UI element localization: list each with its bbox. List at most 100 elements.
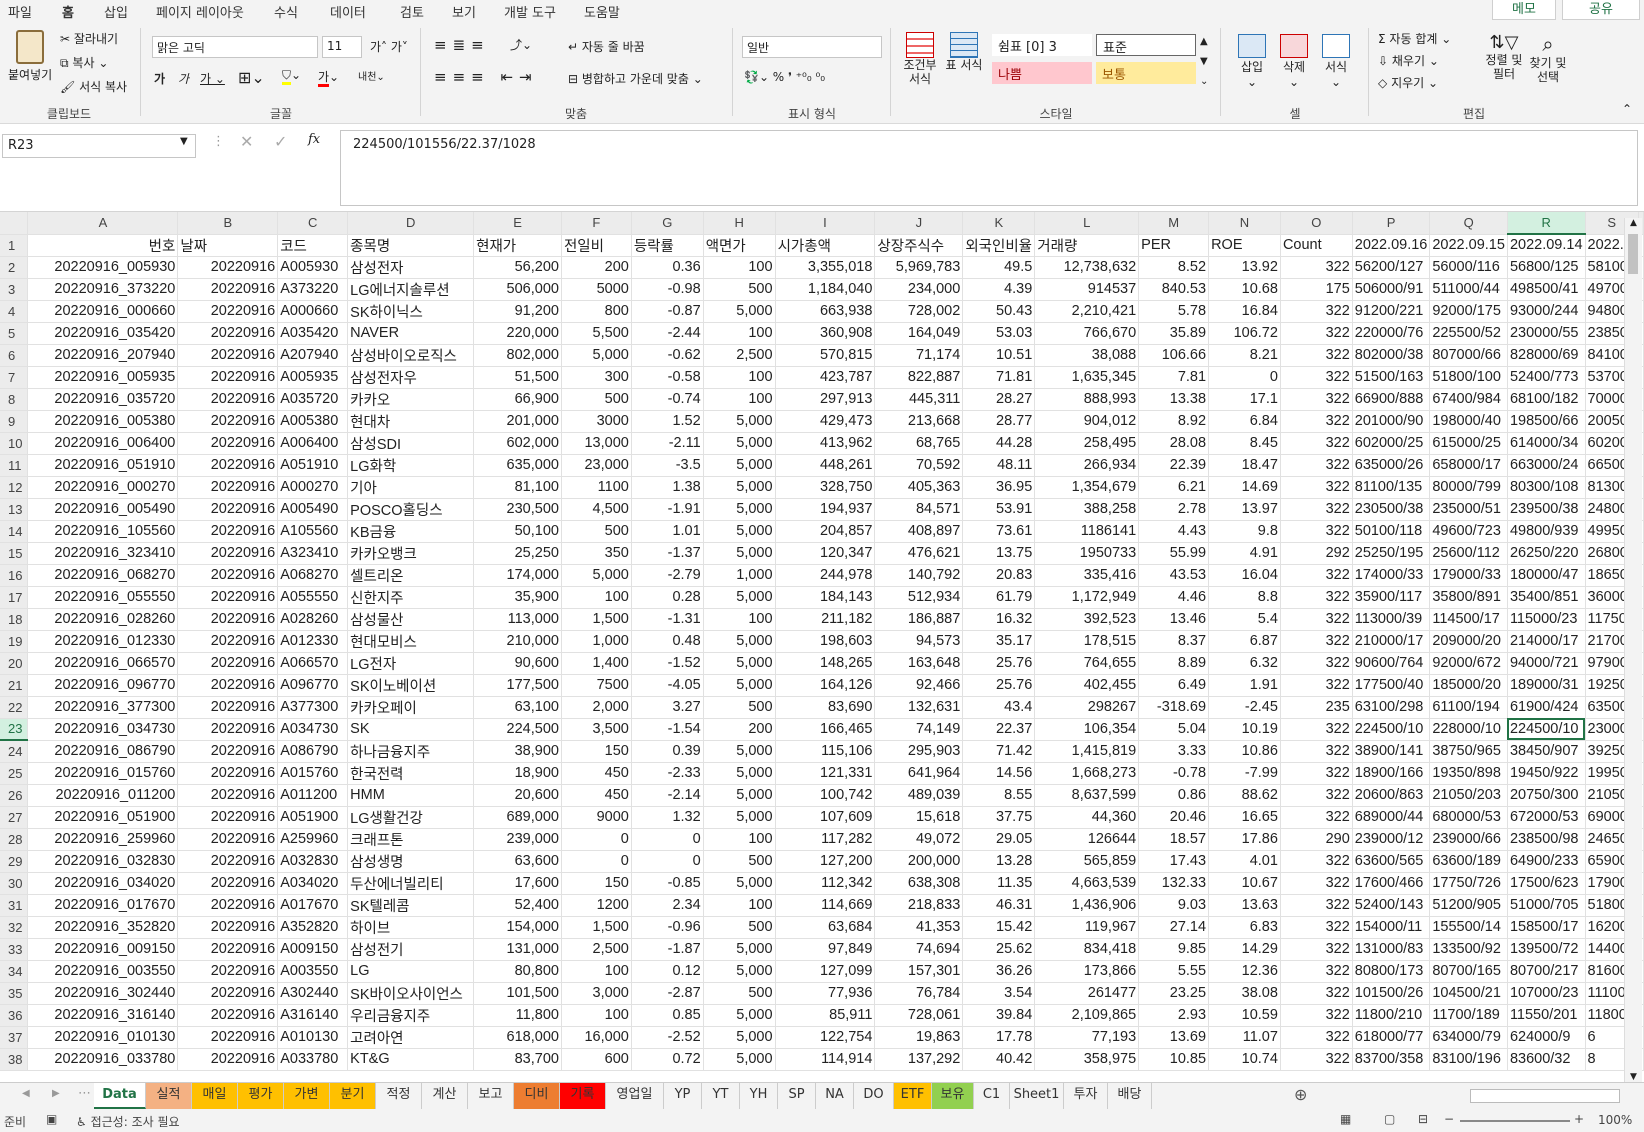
cell-C36[interactable]: A316140	[277, 1004, 349, 1027]
cell-M3[interactable]: 840.53	[1138, 278, 1210, 301]
cell-B3[interactable]: 20220916	[177, 278, 279, 301]
cell-H37[interactable]: 5,000	[703, 1026, 776, 1049]
cell-J27[interactable]: 15,618	[874, 806, 964, 829]
cell-A27[interactable]: 20220916_051900	[27, 806, 179, 829]
cell-Q3[interactable]: 511000/44	[1429, 278, 1508, 301]
cell-A21[interactable]: 20220916_096770	[27, 674, 179, 697]
cancel-icon[interactable]: ✕	[240, 132, 253, 151]
cell-J37[interactable]: 19,863	[874, 1026, 964, 1049]
cell-D36[interactable]: 우리금융지주	[347, 1004, 475, 1027]
cell-N24[interactable]: 10.86	[1208, 740, 1281, 763]
cell-J10[interactable]: 68,765	[874, 432, 964, 455]
cell-P26[interactable]: 20600/863	[1352, 784, 1431, 807]
cell-I34[interactable]: 127,099	[775, 960, 876, 983]
cell-B32[interactable]: 20220916	[177, 916, 279, 939]
column-header-N[interactable]: N	[1208, 212, 1281, 235]
menu-tab-9[interactable]: 도움말	[584, 2, 620, 21]
cell-C19[interactable]: A012330	[277, 630, 349, 653]
cell-L32[interactable]: 119,967	[1034, 916, 1140, 939]
cell-N26[interactable]: 88.62	[1208, 784, 1281, 807]
cell-L8[interactable]: 888,993	[1034, 388, 1140, 411]
cell-P37[interactable]: 618000/77	[1352, 1026, 1431, 1049]
cell-Q9[interactable]: 198000/40	[1429, 410, 1508, 433]
cell-P22[interactable]: 63100/298	[1352, 696, 1431, 719]
cell-K37[interactable]: 17.78	[962, 1026, 1036, 1049]
wrap-text-button[interactable]: ↵ 자동 줄 바꿈	[568, 38, 645, 55]
menu-tab-8[interactable]: 개발 도구	[504, 2, 556, 21]
cell-O7[interactable]: 322	[1280, 366, 1353, 389]
cell-F27[interactable]: 9000	[561, 806, 632, 829]
cell-A23[interactable]: 20220916_034730	[27, 718, 179, 741]
cell-A3[interactable]: 20220916_373220	[27, 278, 179, 301]
more-sheets-icon[interactable]: ⋯	[78, 1086, 91, 1101]
cell-R9[interactable]: 198500/66	[1507, 410, 1586, 433]
cell-K26[interactable]: 8.55	[962, 784, 1036, 807]
cell-I17[interactable]: 184,143	[775, 586, 876, 609]
cell-M14[interactable]: 4.43	[1138, 520, 1210, 543]
cell-G21[interactable]: -4.05	[631, 674, 704, 697]
cell-E37[interactable]: 618,000	[473, 1026, 562, 1049]
cell-F17[interactable]: 100	[561, 586, 632, 609]
cell-K1[interactable]: 외국인비율	[962, 234, 1036, 257]
cell-J29[interactable]: 200,000	[874, 850, 964, 873]
sheet-tab-23[interactable]: 배당	[1108, 1083, 1152, 1109]
cell-M9[interactable]: 8.92	[1138, 410, 1210, 433]
scroll-down-icon[interactable]: ▼	[1625, 1072, 1642, 1082]
cell-L3[interactable]: 914537	[1034, 278, 1140, 301]
cell-B18[interactable]: 20220916	[177, 608, 279, 631]
delete-cells-button[interactable]: 삭제 ⌄	[1274, 34, 1314, 89]
cell-R29[interactable]: 64900/233	[1507, 850, 1586, 873]
cell-I32[interactable]: 63,684	[775, 916, 876, 939]
cell-N27[interactable]: 16.65	[1208, 806, 1281, 829]
cell-J16[interactable]: 140,792	[874, 564, 964, 587]
row-header[interactable]: 15	[0, 542, 29, 565]
cell-B21[interactable]: 20220916	[177, 674, 279, 697]
cell-A33[interactable]: 20220916_009150	[27, 938, 179, 961]
row-header[interactable]: 24	[0, 740, 29, 763]
cell-D28[interactable]: 크래프톤	[347, 828, 475, 851]
cell-O12[interactable]: 322	[1280, 476, 1353, 499]
cell-E32[interactable]: 154,000	[473, 916, 562, 939]
cell-R12[interactable]: 80300/108	[1507, 476, 1586, 499]
cell-M22[interactable]: -318.69	[1138, 696, 1210, 719]
cell-Q31[interactable]: 51200/905	[1429, 894, 1508, 917]
cell-C12[interactable]: A000270	[277, 476, 349, 499]
cell-M28[interactable]: 18.57	[1138, 828, 1210, 851]
column-header-A[interactable]: A	[27, 212, 179, 235]
sheet-tab-11[interactable]: 영업일	[606, 1083, 664, 1109]
cell-R33[interactable]: 139500/72	[1507, 938, 1586, 961]
cell-R13[interactable]: 239500/38	[1507, 498, 1586, 521]
cell-A35[interactable]: 20220916_302440	[27, 982, 179, 1005]
column-header-H[interactable]: H	[703, 212, 776, 235]
cell-E24[interactable]: 38,900	[473, 740, 562, 763]
cell-B22[interactable]: 20220916	[177, 696, 279, 719]
cell-R4[interactable]: 93000/244	[1507, 300, 1586, 323]
row-header[interactable]: 25	[0, 762, 29, 785]
cell-R22[interactable]: 61900/424	[1507, 696, 1586, 719]
cell-F35[interactable]: 3,000	[561, 982, 632, 1005]
cell-J33[interactable]: 74,694	[874, 938, 964, 961]
cell-L35[interactable]: 261477	[1034, 982, 1140, 1005]
cell-N12[interactable]: 14.69	[1208, 476, 1281, 499]
cell-F30[interactable]: 150	[561, 872, 632, 895]
cell-G4[interactable]: -0.87	[631, 300, 704, 323]
cell-G11[interactable]: -3.5	[631, 454, 704, 477]
cell-J13[interactable]: 84,571	[874, 498, 964, 521]
cell-E23[interactable]: 224,500	[473, 718, 562, 741]
cell-C24[interactable]: A086790	[277, 740, 349, 763]
cell-B20[interactable]: 20220916	[177, 652, 279, 675]
cell-Q7[interactable]: 51800/100	[1429, 366, 1508, 389]
cell-F37[interactable]: 16,000	[561, 1026, 632, 1049]
cell-C26[interactable]: A011200	[277, 784, 349, 807]
cell-O30[interactable]: 322	[1280, 872, 1353, 895]
cell-F26[interactable]: 450	[561, 784, 632, 807]
cell-L11[interactable]: 266,934	[1034, 454, 1140, 477]
cell-K20[interactable]: 25.76	[962, 652, 1036, 675]
cell-F12[interactable]: 1100	[561, 476, 632, 499]
cell-E14[interactable]: 50,100	[473, 520, 562, 543]
cell-I15[interactable]: 120,347	[775, 542, 876, 565]
cell-Q21[interactable]: 185000/20	[1429, 674, 1508, 697]
cell-L16[interactable]: 335,416	[1034, 564, 1140, 587]
sheet-tab-3[interactable]: 평가	[238, 1083, 284, 1109]
cell-C6[interactable]: A207940	[277, 344, 349, 367]
